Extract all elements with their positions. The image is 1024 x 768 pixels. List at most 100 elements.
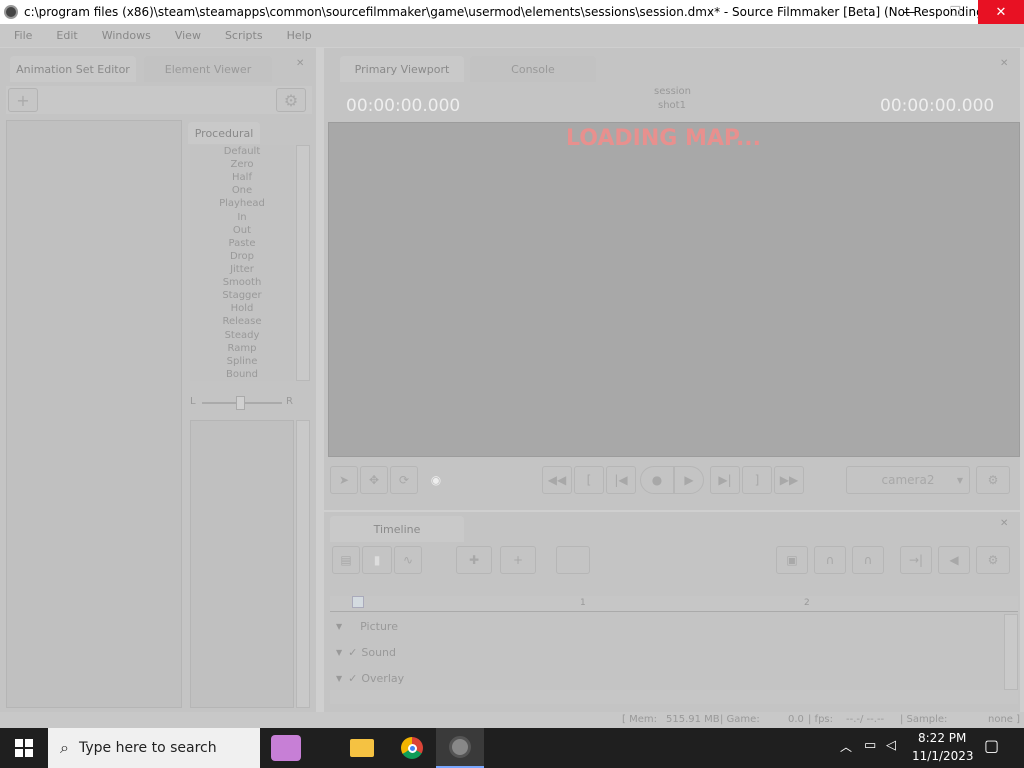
gear-icon[interactable]: ⚙ bbox=[976, 466, 1010, 494]
list-item[interactable]: One bbox=[190, 184, 294, 197]
tab-timeline[interactable]: Timeline bbox=[330, 516, 464, 542]
motion-editor-icon[interactable]: ▮ bbox=[362, 546, 392, 574]
title-bar: c:\program files (x86)\steam\steamapps\c… bbox=[0, 0, 1024, 24]
add-animation-set-button[interactable]: + bbox=[8, 88, 38, 112]
snap-icon[interactable]: ∩ bbox=[852, 546, 884, 574]
list-item[interactable]: Half bbox=[190, 171, 294, 184]
rotate-tool-icon[interactable]: ⟳ bbox=[390, 466, 418, 494]
chevron-up-icon[interactable]: ︿ bbox=[840, 738, 852, 755]
maximize-button[interactable]: ❐ bbox=[932, 0, 978, 24]
orbit-tool-icon[interactable]: ◉ bbox=[422, 466, 450, 494]
add-track-button[interactable]: + bbox=[500, 546, 536, 574]
minimize-button[interactable]: — bbox=[886, 0, 932, 24]
jump-to-end-icon[interactable]: →| bbox=[900, 546, 932, 574]
next-frame-button[interactable]: ▶| bbox=[710, 466, 740, 494]
add-marker-icon[interactable]: ✚ bbox=[456, 546, 492, 574]
list-item[interactable]: Playhead bbox=[190, 197, 294, 210]
windows-start-icon[interactable] bbox=[0, 728, 48, 768]
gear-icon[interactable]: ⚙ bbox=[276, 88, 306, 112]
timeline-ruler[interactable] bbox=[330, 596, 1018, 612]
playhead-marker[interactable] bbox=[352, 596, 364, 608]
volume-icon[interactable]: ◁ bbox=[886, 738, 896, 753]
list-item[interactable]: Spline bbox=[190, 355, 294, 368]
notification-icon[interactable]: ▢ bbox=[984, 736, 999, 755]
timeline-scrollbar[interactable] bbox=[1004, 614, 1018, 690]
clip-editor-icon[interactable]: ▤ bbox=[332, 546, 360, 574]
procedural-scrollbar[interactable] bbox=[296, 145, 310, 381]
loading-map-text: LOADING MAP... bbox=[566, 126, 762, 151]
tab-animation-set-editor[interactable]: Animation Set Editor bbox=[10, 56, 136, 82]
list-item[interactable]: Default bbox=[190, 145, 294, 158]
mark-out-button[interactable]: ] bbox=[742, 466, 772, 494]
chevron-down-icon[interactable]: ▼ bbox=[336, 648, 342, 657]
list-item[interactable]: Drop bbox=[190, 250, 294, 263]
camera-select-value: camera2 bbox=[881, 473, 935, 487]
magnet-icon[interactable]: ∩ bbox=[814, 546, 846, 574]
select-tool-button[interactable]: ➤ bbox=[330, 466, 358, 494]
timeline-bottom-ruler bbox=[330, 690, 1018, 704]
graph-editor-icon[interactable]: ∿ bbox=[394, 546, 422, 574]
track-picture[interactable]: ▼ Picture bbox=[332, 614, 1004, 638]
camera-select[interactable]: camera2 ▼ bbox=[846, 466, 970, 494]
speaker-icon[interactable]: ◀ bbox=[938, 546, 970, 574]
slider-list[interactable] bbox=[190, 420, 294, 708]
move-tool-icon[interactable]: ✥ bbox=[360, 466, 388, 494]
panel-close-icon[interactable]: ✕ bbox=[1000, 518, 1008, 529]
list-item[interactable]: Bound bbox=[190, 368, 294, 381]
tab-element-viewer[interactable]: Element Viewer bbox=[144, 56, 272, 82]
close-button[interactable]: ✕ bbox=[978, 0, 1024, 24]
record-button[interactable]: ● bbox=[640, 466, 674, 494]
file-explorer-icon[interactable] bbox=[338, 728, 386, 768]
prev-frame-button[interactable]: |◀ bbox=[606, 466, 636, 494]
panel-close-icon[interactable]: ✕ bbox=[1000, 58, 1008, 69]
panel-close-icon[interactable]: ✕ bbox=[296, 58, 304, 69]
slider-list-scrollbar[interactable] bbox=[296, 420, 310, 708]
news-widget-icon[interactable] bbox=[262, 728, 310, 768]
animation-set-list[interactable] bbox=[6, 120, 182, 708]
list-item[interactable]: Jitter bbox=[190, 263, 294, 276]
sfm-taskbar-icon[interactable] bbox=[436, 728, 484, 768]
timeline-option-button[interactable] bbox=[556, 546, 590, 574]
status-fps-value: --.-/ --.-- bbox=[846, 714, 885, 725]
menu-scripts[interactable]: Scripts bbox=[211, 29, 273, 42]
list-item[interactable]: Release bbox=[190, 315, 294, 328]
menu-help[interactable]: Help bbox=[273, 29, 322, 42]
list-item[interactable]: Smooth bbox=[190, 276, 294, 289]
track-sound[interactable]: ▼ ✓ Sound bbox=[332, 640, 1004, 664]
list-item[interactable]: Stagger bbox=[190, 289, 294, 302]
menu-windows[interactable]: Windows bbox=[88, 29, 161, 42]
list-item[interactable]: Steady bbox=[190, 329, 294, 342]
taskbar-search-box[interactable]: ⌕ Type here to search bbox=[48, 728, 260, 768]
list-item[interactable]: In bbox=[190, 211, 294, 224]
clock-time[interactable]: 8:22 PM bbox=[918, 731, 966, 745]
balance-slider-handle[interactable] bbox=[236, 396, 245, 410]
list-item[interactable]: Ramp bbox=[190, 342, 294, 355]
list-item[interactable]: Paste bbox=[190, 237, 294, 250]
lock-icon[interactable]: ▣ bbox=[776, 546, 808, 574]
list-item[interactable]: Hold bbox=[190, 302, 294, 315]
sfm-app-icon bbox=[4, 5, 18, 19]
clock-date[interactable]: 11/1/2023 bbox=[912, 749, 974, 763]
track-overlay[interactable]: ▼ ✓ Overlay bbox=[332, 666, 1004, 690]
list-item[interactable]: Zero bbox=[190, 158, 294, 171]
chevron-down-icon[interactable]: ▼ bbox=[336, 622, 342, 631]
network-icon[interactable]: ▭ bbox=[864, 738, 876, 753]
primary-viewport[interactable] bbox=[328, 122, 1020, 457]
menu-edit[interactable]: Edit bbox=[42, 29, 87, 42]
play-button[interactable]: ▶ bbox=[674, 466, 704, 494]
fast-forward-button[interactable]: ▶▶ bbox=[774, 466, 804, 494]
chevron-down-icon[interactable]: ▼ bbox=[336, 674, 342, 683]
list-item[interactable]: Out bbox=[190, 224, 294, 237]
tab-console[interactable]: Console bbox=[470, 56, 596, 82]
menu-file[interactable]: File bbox=[0, 29, 42, 42]
check-icon[interactable]: ✓ bbox=[348, 672, 357, 685]
check-icon[interactable]: ✓ bbox=[348, 646, 357, 659]
tab-procedural[interactable]: Procedural bbox=[188, 122, 260, 144]
rewind-button[interactable]: ◀◀ bbox=[542, 466, 572, 494]
chrome-icon[interactable] bbox=[388, 728, 436, 768]
status-mem-label: [ Mem: bbox=[622, 714, 657, 725]
gear-icon[interactable]: ⚙ bbox=[976, 546, 1010, 574]
tab-primary-viewport[interactable]: Primary Viewport bbox=[340, 56, 464, 82]
menu-view[interactable]: View bbox=[161, 29, 211, 42]
mark-in-button[interactable]: [ bbox=[574, 466, 604, 494]
